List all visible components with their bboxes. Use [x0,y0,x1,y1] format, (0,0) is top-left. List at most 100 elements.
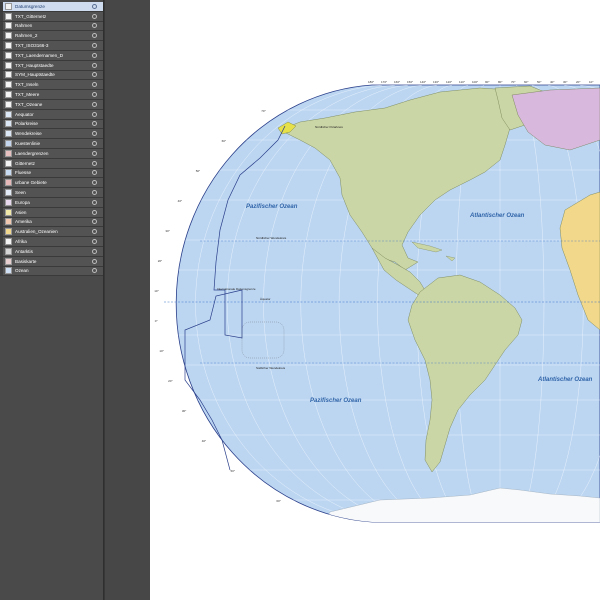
visibility-toggle[interactable] [0,21,3,31]
visibility-toggle[interactable] [0,11,3,21]
visibility-toggle[interactable] [0,119,3,129]
layer-row[interactable]: TXT_Ozeane [0,100,103,110]
target-circle-icon[interactable] [92,13,97,19]
layer-row[interactable]: Ozean [0,266,103,277]
layer-thumbnail [5,100,12,108]
visibility-toggle[interactable] [0,80,3,90]
layer-name: Ozean [15,268,29,274]
layer-row[interactable]: Europa [0,198,103,208]
visibility-toggle[interactable] [0,198,3,207]
visibility-toggle[interactable] [0,139,3,148]
visibility-toggle[interactable] [0,100,3,109]
target-circle-icon[interactable] [92,180,97,186]
target-circle-icon[interactable] [92,92,97,98]
layer-row[interactable]: TXT_Gitternetz [0,11,103,22]
target-circle-icon[interactable] [92,209,97,215]
visibility-toggle[interactable] [0,217,3,227]
target-circle-icon[interactable] [92,248,97,254]
visibility-toggle[interactable] [0,51,3,60]
layer-row[interactable]: Antarktis [0,247,103,257]
layer-row[interactable]: TXT_Meere [0,90,103,100]
target-circle-icon[interactable] [92,170,97,176]
layer-thumbnail [5,110,12,118]
visibility-toggle[interactable] [0,60,3,70]
target-circle-icon[interactable] [92,268,97,274]
layer-row[interactable]: Datumsgrenze [0,2,103,12]
visibility-toggle[interactable] [0,227,3,237]
target-circle-icon[interactable] [92,3,97,9]
target-circle-icon[interactable] [92,190,97,196]
layer-row[interactable]: Aequator [0,109,103,120]
target-circle-icon[interactable] [92,150,97,156]
visibility-toggle[interactable] [0,31,3,41]
layer-row[interactable]: Australien_Ozeanien [0,227,103,238]
layer-name: Wendekreise [15,131,42,137]
target-circle-icon[interactable] [92,160,97,166]
target-circle-icon[interactable] [92,82,97,88]
map-canvas[interactable]: Pazifischer Ozean Pazifischer Ozean Atla… [150,0,600,600]
layer-row[interactable]: Kuestenlinie [0,139,103,149]
layer-row[interactable]: Asien [0,207,103,218]
layer-thumbnail [5,81,12,89]
layer-row[interactable]: Afrika [0,237,103,247]
layer-thumbnail [5,2,12,10]
layer-row[interactable]: Seen [0,188,103,198]
visibility-toggle[interactable] [0,256,3,266]
layer-row[interactable]: TXT_Inseln [0,80,103,91]
target-circle-icon[interactable] [92,258,97,264]
target-circle-icon[interactable] [92,229,97,235]
layer-row[interactable]: Rahmen [0,21,103,32]
layer-name: Antarktis [15,248,33,254]
target-circle-icon[interactable] [92,111,97,117]
visibility-toggle[interactable] [0,129,3,139]
visibility-toggle[interactable] [0,158,3,168]
visibility-toggle[interactable] [0,90,3,99]
label-dateline: Internationale Datumsgrenze [217,287,256,291]
visibility-toggle[interactable] [0,266,3,276]
visibility-toggle[interactable] [0,178,3,188]
top-degree-label: 170° [381,80,388,84]
visibility-toggle[interactable] [0,70,3,80]
layer-row[interactable]: Wendekreise [0,129,103,140]
target-circle-icon[interactable] [92,239,97,245]
layer-name: Polarkreise [15,121,38,127]
visibility-toggle[interactable] [0,109,3,119]
target-circle-icon[interactable] [92,43,97,49]
layer-row[interactable]: TXT_Laendernamen_D [0,51,103,61]
layer-row[interactable]: Polarkreise [0,119,103,130]
target-circle-icon[interactable] [92,199,97,205]
layer-row[interactable]: Laendergrenzen [0,149,103,159]
target-circle-icon[interactable] [92,72,97,78]
visibility-toggle[interactable] [0,2,3,11]
layer-row[interactable]: TXT_Hauptstaedte [0,60,103,71]
target-circle-icon[interactable] [92,141,97,147]
target-circle-icon[interactable] [92,33,97,39]
visibility-toggle[interactable] [0,188,3,197]
layer-row[interactable]: Fluesse [0,168,103,179]
visibility-toggle[interactable] [0,207,3,217]
target-circle-icon[interactable] [92,101,97,107]
visibility-toggle[interactable] [0,247,3,256]
layer-name: Amerika [15,219,32,225]
layer-row[interactable]: Amerika [0,217,103,228]
target-circle-icon[interactable] [92,52,97,58]
layer-name: SYM_Hauptstaedte [15,72,55,78]
layer-row[interactable]: Gitternetz [0,158,103,169]
label-atlantic-north: Atlantischer Ozean [469,213,525,219]
top-degree-label: 20° [576,80,581,84]
target-circle-icon[interactable] [92,131,97,137]
target-circle-icon[interactable] [92,62,97,68]
target-circle-icon[interactable] [92,121,97,127]
target-circle-icon[interactable] [92,23,97,29]
target-circle-icon[interactable] [92,219,97,225]
layer-row[interactable]: urbane Gebiete [0,178,103,189]
visibility-toggle[interactable] [0,168,3,178]
layer-row[interactable]: TXT_ISO3166-3 [0,41,103,51]
layer-row[interactable]: Rahmen_2 [0,31,103,42]
visibility-toggle[interactable] [0,237,3,246]
layer-row[interactable]: SYM_Hauptstaedte [0,70,103,81]
visibility-toggle[interactable] [0,41,3,50]
visibility-toggle[interactable] [0,149,3,158]
layer-row[interactable]: Basiskarte [0,256,103,267]
label-pacific-south: Pazifischer Ozean [310,398,362,404]
